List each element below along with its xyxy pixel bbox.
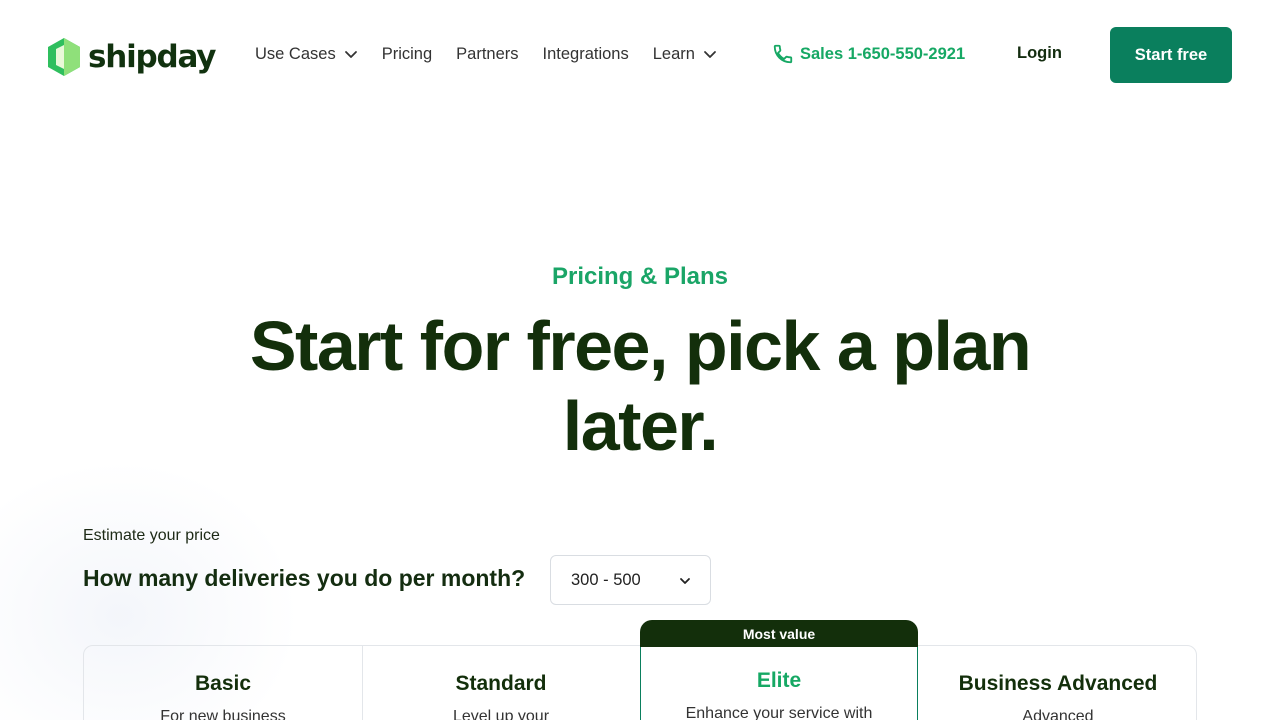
shipday-logo-icon [48,38,80,76]
deliveries-select-value: 300 - 500 [571,570,641,589]
main-nav: Use Cases Pricing Partners Integrations … [255,43,741,65]
phone-icon [773,44,793,64]
pricing-eyebrow: Pricing & Plans [551,263,729,290]
plan-name: Elite [756,669,802,692]
plan-description: Level up your [452,708,550,720]
nav-partners[interactable]: Partners [456,45,518,64]
plan-elite-card: Elite Enhance your service with [640,647,918,720]
nav-integrations[interactable]: Integrations [543,45,629,64]
plan-name: Business Advanced [958,672,1158,695]
hero-headline-line1: Start for free, pick a plan [249,307,1032,385]
nav-learn[interactable]: Learn [653,45,717,64]
chevron-down-icon [344,51,357,58]
site-header: shipday Use Cases Pricing Partners Integ… [0,0,1280,110]
plan-standard[interactable]: Standard Level up your [362,646,640,720]
most-value-badge: Most value [640,620,918,647]
nav-integrations-label: Integrations [542,44,629,63]
plan-name: Basic [194,672,252,695]
plan-description: Advanced [1022,708,1094,720]
login-link[interactable]: Login [1017,44,1062,63]
chevron-down-icon [680,578,690,584]
nav-use-cases-label: Use Cases [255,44,336,63]
nav-learn-label: Learn [652,44,695,63]
plan-description: For new business [160,708,286,720]
nav-pricing[interactable]: Pricing [382,45,432,64]
nav-pricing-label: Pricing [381,44,433,63]
deliveries-select[interactable]: 300 - 500 [550,555,711,605]
deliveries-question: How many deliveries you do per month? [83,565,526,591]
hero-headline: Start for free, pick a plan later. [200,306,1080,466]
plan-basic[interactable]: Basic For new business [84,646,362,720]
sales-phone-label: Sales 1-650-550-2921 [800,44,966,63]
plan-name: Standard [455,672,547,695]
nav-use-cases[interactable]: Use Cases [255,45,358,64]
start-free-button[interactable]: Start free [1110,27,1232,83]
nav-partners-label: Partners [456,44,519,63]
sales-phone-link[interactable]: Sales 1-650-550-2921 [772,43,965,65]
brand-name: shipday [88,39,217,75]
plan-business-advanced[interactable]: Business Advanced Advanced [919,646,1197,720]
shipday-logo[interactable]: shipday [48,38,217,76]
hero-headline-line2: later. [562,387,719,465]
plan-elite[interactable]: Most value Elite Enhance your service wi… [640,620,918,720]
estimate-label: Estimate your price [83,527,220,544]
chevron-down-icon [704,51,716,58]
plan-description: Enhance your service with [685,705,873,720]
